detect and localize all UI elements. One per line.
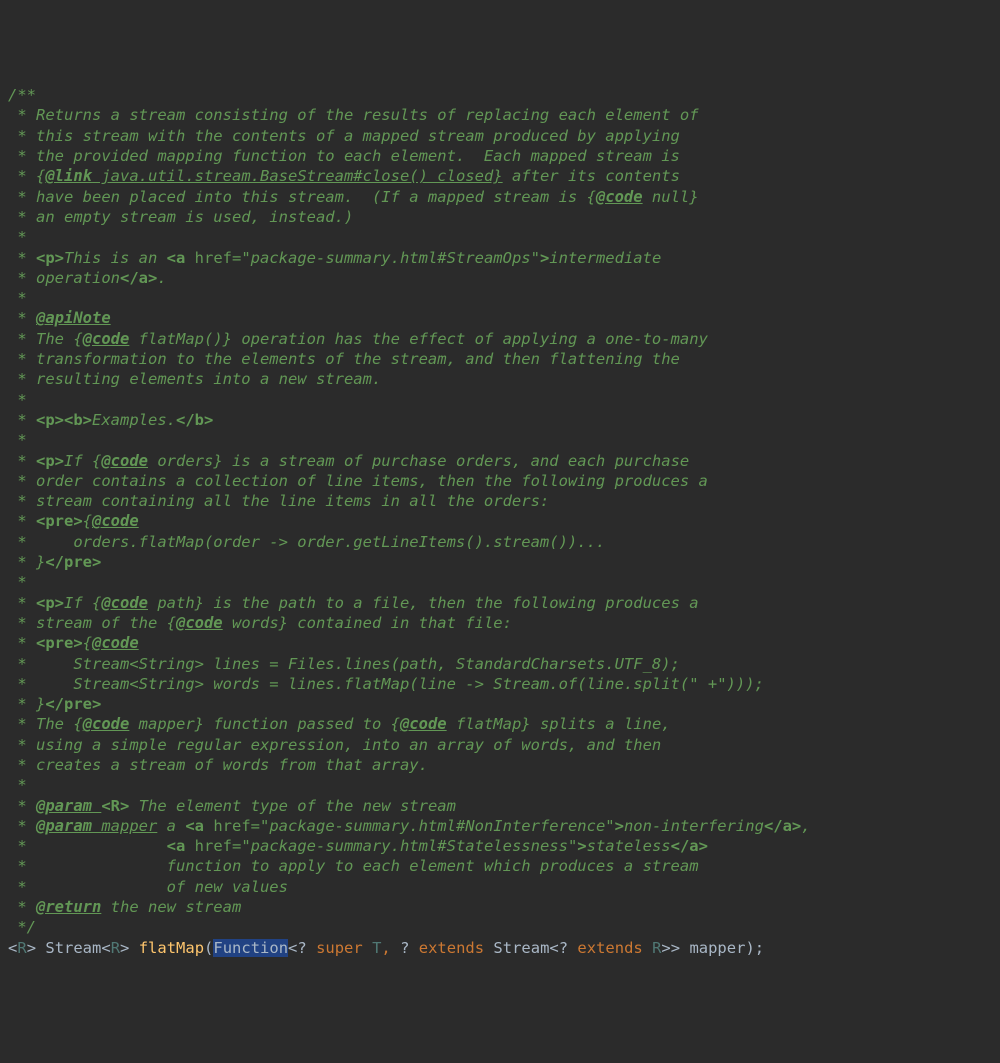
doc-line: * <p>If {@code path} is the path to a fi… [8,594,699,612]
doc-line: * [8,228,27,246]
doc-line: * @param <R> The element type of the new… [8,797,456,815]
doc-line: * using a simple regular expression, int… [8,736,661,754]
doc-line: * [8,289,27,307]
doc-line: * <pre>{@code [8,512,139,530]
doc-line: * stream of the {@code words} contained … [8,614,512,632]
doc-line: * <a href="package-summary.html#Stateles… [8,837,708,855]
doc-line: * <p>This is an <a href="package-summary… [8,249,661,267]
code-editor[interactable]: /** * Returns a stream consisting of the… [8,85,992,958]
doc-line: * <p><b>Examples.</b> [8,411,213,429]
javadoc-return-tag: @return [36,898,101,916]
doc-line: * operation</a>. [8,269,167,287]
javadoc-param-tag: @param [36,817,101,835]
javadoc-param-tag: @param [36,797,101,815]
doc-line: * {@link java.util.stream.BaseStream#clo… [8,167,680,185]
doc-line: * Stream<String> words = lines.flatMap(l… [8,675,764,693]
doc-line: * [8,431,27,449]
doc-line: * stream containing all the line items i… [8,492,549,510]
selected-text: Function [213,939,288,957]
doc-line: * creates a stream of words from that ar… [8,756,428,774]
doc-line: * <p>If {@code orders} is a stream of pu… [8,452,689,470]
doc-line: * transformation to the elements of the … [8,350,680,368]
method-signature: <R> Stream<R> flatMap(Function<? super T… [8,939,764,957]
doc-line: * @return the new stream [8,898,241,916]
doc-line: */ [8,918,36,936]
javadoc-link-tag: @link [45,167,92,185]
doc-line: * order contains a collection of line it… [8,472,708,490]
doc-line: * have been placed into this stream. (If… [8,188,699,206]
doc-line: * }</pre> [8,695,101,713]
doc-line: * the provided mapping function to each … [8,147,680,165]
doc-line: * @param mapper a <a href="package-summa… [8,817,811,835]
doc-line: * Stream<String> lines = Files.lines(pat… [8,655,680,673]
javadoc-apinote-tag: @apiNote [36,309,111,327]
doc-line: * resulting elements into a new stream. [8,370,381,388]
method-name: flatMap [139,939,204,957]
javadoc-code-tag: @code [596,188,643,206]
doc-line: * an empty stream is used, instead.) [8,208,353,226]
doc-line: * orders.flatMap(order -> order.getLineI… [8,533,605,551]
doc-line: * of new values [8,878,288,896]
doc-line: * The {@code flatMap()} operation has th… [8,330,708,348]
doc-line: * @apiNote [8,309,111,327]
doc-line: * [8,573,27,591]
doc-line: * this stream with the contents of a map… [8,127,680,145]
doc-line: /** [8,86,36,104]
doc-line: * [8,776,27,794]
doc-line: * The {@code mapper} function passed to … [8,715,671,733]
doc-line: * }</pre> [8,553,101,571]
doc-line: * <pre>{@code [8,634,139,652]
doc-line: * [8,391,27,409]
doc-line: * function to apply to each element whic… [8,857,699,875]
doc-line: * Returns a stream consisting of the res… [8,106,699,124]
